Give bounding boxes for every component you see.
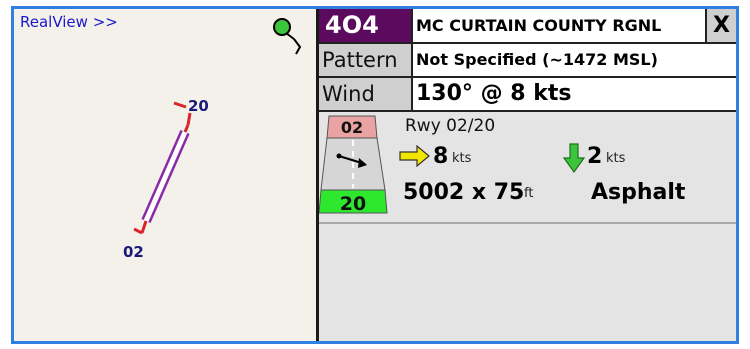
divider: [319, 222, 736, 224]
runway-badge-icon: 02 20: [319, 115, 388, 215]
headwind-unit: kts: [606, 151, 626, 166]
runway-surface: Asphalt: [591, 180, 686, 205]
headwind-value: 2: [587, 144, 603, 169]
crosswind-value: 8: [433, 144, 449, 169]
runway-shape: [141, 129, 190, 224]
runway-end-top: 02: [341, 118, 363, 137]
pattern-label: Pattern: [319, 44, 411, 76]
runway-end-south-marker: [133, 220, 148, 235]
airport-ident: 4O4: [319, 9, 411, 42]
airport-name: MC CURTAIN COUNTY RGNL: [413, 9, 705, 42]
runway-end-north-label: 20: [188, 97, 209, 115]
headwind-arrow-icon: [563, 143, 585, 173]
runway-panel[interactable]: 02 20 Rwy 02/20 8 kts 2 kts 5002 x 75 ft…: [319, 112, 736, 341]
wind-label: Wind: [319, 78, 411, 110]
runway-name: Rwy 02/20: [405, 116, 496, 136]
runway-diagram: 20 02: [123, 18, 302, 261]
crosswind-arrow-icon: [399, 145, 430, 167]
runway-dimensions-unit: ft: [524, 186, 534, 201]
position-marker-icon[interactable]: [273, 18, 302, 55]
runway-end-bottom: 20: [340, 193, 366, 215]
close-button[interactable]: X: [707, 9, 736, 42]
crosswind-unit: kts: [452, 151, 472, 166]
runway-end-south-label: 02: [123, 243, 144, 261]
runway-dimensions: 5002 x 75: [403, 180, 525, 205]
map-pane[interactable]: RealView >> 20 02: [14, 9, 316, 341]
airport-info-pane: 4O4 MC CURTAIN COUNTY RGNL X Pattern Not…: [319, 9, 736, 341]
pattern-value: Not Specified (~1472 MSL): [413, 44, 736, 76]
wind-value: 130° @ 8 kts: [413, 78, 736, 110]
